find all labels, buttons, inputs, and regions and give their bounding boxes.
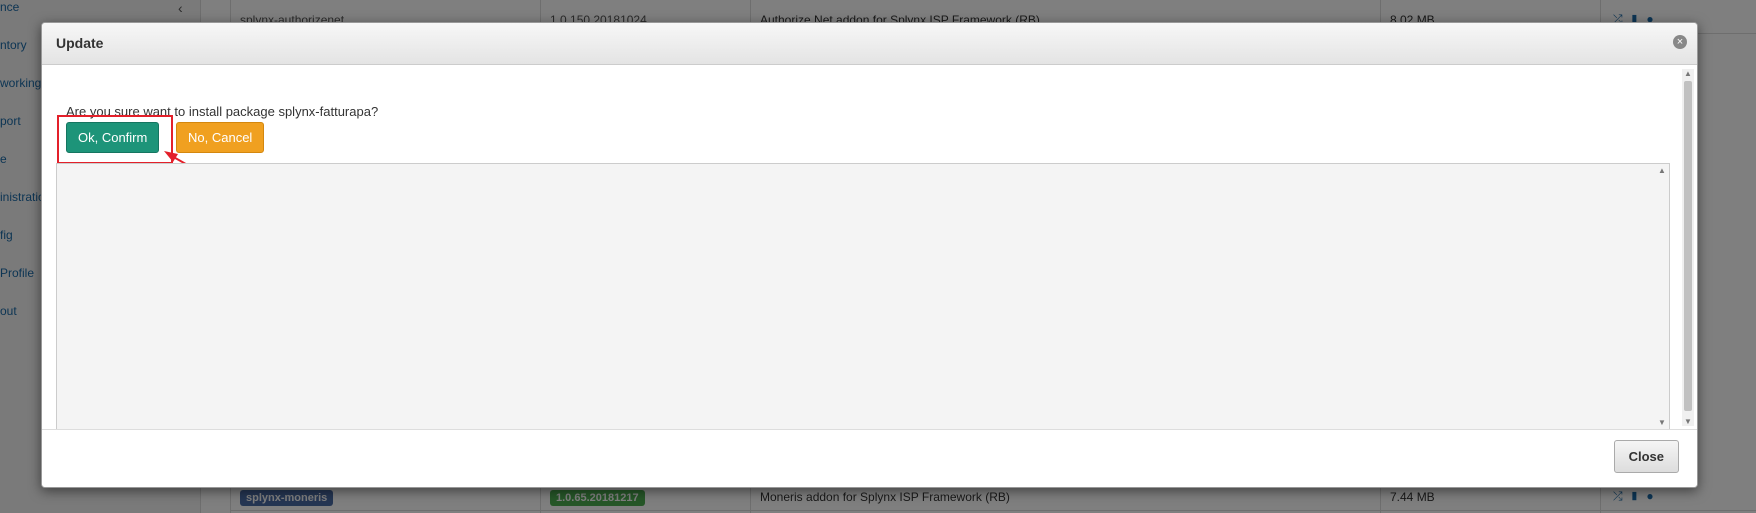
output-log[interactable]: ▲ ▼ ◀ ▶ bbox=[56, 163, 1670, 443]
dialog-body: Are you sure want to install package spl… bbox=[42, 65, 1697, 443]
dialog-title: Update bbox=[56, 35, 104, 51]
cancel-button[interactable]: No, Cancel bbox=[176, 122, 265, 153]
confirm-button[interactable]: Ok, Confirm bbox=[66, 122, 160, 153]
scroll-down-icon[interactable]: ▼ bbox=[1684, 417, 1692, 426]
confirm-message: Are you sure want to install package spl… bbox=[66, 104, 379, 119]
scrollbar-thumb[interactable] bbox=[1684, 81, 1692, 411]
close-circle-icon[interactable]: × bbox=[1673, 35, 1687, 49]
scroll-up-icon[interactable]: ▲ bbox=[1684, 69, 1692, 78]
update-dialog: Update × Are you sure want to install pa… bbox=[41, 22, 1698, 488]
dialog-footer: Close bbox=[42, 429, 1697, 487]
log-vertical-scrollbar[interactable]: ▲ ▼ bbox=[1655, 164, 1669, 429]
scroll-up-icon[interactable]: ▲ bbox=[1658, 166, 1666, 175]
scroll-down-icon[interactable]: ▼ bbox=[1658, 418, 1666, 427]
close-button[interactable]: Close bbox=[1613, 440, 1679, 473]
dialog-header: Update × bbox=[42, 23, 1697, 65]
dialog-scrollbar[interactable]: ▲ ▼ bbox=[1682, 69, 1694, 426]
